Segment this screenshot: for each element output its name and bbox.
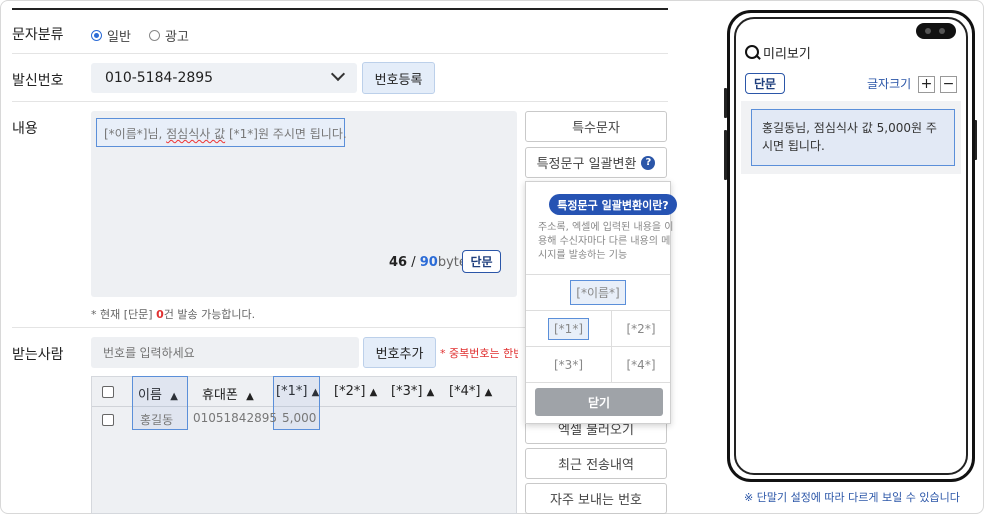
- sort-up-icon[interactable]: ▲: [427, 387, 435, 398]
- preview-title: 미리보기: [745, 43, 811, 62]
- sender-select[interactable]: 010-5184-2895: [91, 63, 357, 93]
- bulk-replace-popup: 특정문구 일괄변환이란? 주소록, 엑셀에 입력된 내용을 이용해 수신자마다 …: [525, 181, 677, 424]
- token-4-label: [*4*]: [626, 357, 656, 372]
- row-checkbox[interactable]: [102, 414, 114, 426]
- preview-message: 홍길동님, 점심식사 값 5,000원 주시면 됩니다.: [751, 109, 955, 166]
- radio-general-dot[interactable]: [91, 30, 102, 41]
- recent-sent-button[interactable]: 최근 전송내역: [525, 448, 667, 479]
- sort-up-icon[interactable]: ▲: [370, 387, 378, 398]
- popup-title: 특정문구 일괄변환이란?: [549, 194, 677, 215]
- header-token-4[interactable]: [*4*] ▲: [449, 384, 492, 399]
- header-phone[interactable]: 휴대폰 ▲: [202, 384, 254, 403]
- divider: [12, 101, 668, 102]
- radio-general-label: 일반: [107, 30, 131, 45]
- special-chars-button[interactable]: 특수문자: [525, 111, 667, 142]
- radio-general[interactable]: 일반: [91, 26, 131, 45]
- bulk-replace-button[interactable]: 특정문구 일괄변환 ?: [525, 147, 667, 178]
- font-size-label: 글자크기: [867, 77, 912, 91]
- note-post: 건 발송 가능합니다.: [163, 308, 256, 321]
- add-number-button[interactable]: 번호추가: [363, 337, 436, 368]
- message-type-badge[interactable]: 단문: [462, 250, 501, 273]
- token-2[interactable]: [*2*]: [612, 311, 670, 347]
- header-token-2-label: [*2*]: [334, 384, 366, 399]
- content-label: 내용: [12, 121, 38, 137]
- message-text-pre: [*이름*]님,: [104, 127, 167, 141]
- byte-separator: /: [407, 255, 420, 270]
- popup-description: 주소록, 엑셀에 입력된 내용을 이용해 수신자마다 다른 내용의 메시지를 발…: [538, 222, 674, 261]
- radio-ad-label: 광고: [165, 30, 189, 45]
- token-name[interactable]: [*이름*]: [526, 275, 670, 311]
- message-text-misspelled: 점심식사 값: [166, 127, 226, 141]
- token-2-label: [*2*]: [626, 321, 656, 336]
- bulk-replace-label: 특정문구 일괄변환: [536, 157, 637, 172]
- sort-up-icon[interactable]: ▲: [485, 387, 493, 398]
- recipient-input[interactable]: [91, 337, 359, 368]
- token-name-label: [*이름*]: [570, 280, 626, 305]
- byte-counter: 46 / 90byte: [389, 255, 467, 270]
- token-1-label: [*1*]: [548, 317, 589, 340]
- sendable-note: * 현재 [단문] 0건 발송 가능합니다.: [91, 306, 255, 322]
- camera-icon: [916, 23, 956, 39]
- header-token-3-label: [*3*]: [391, 384, 423, 399]
- cell-phone: 01051842895: [193, 411, 277, 425]
- token-grid: [*이름*] [*1*] [*2*] [*3*] [*4*]: [526, 274, 670, 383]
- header-phone-label: 휴대폰: [202, 388, 238, 403]
- token-3-label: [*3*]: [554, 357, 583, 372]
- token-3[interactable]: [*3*]: [526, 347, 612, 383]
- radio-ad[interactable]: 광고: [149, 26, 189, 45]
- byte-limit: 90: [419, 255, 438, 270]
- register-number-button[interactable]: 번호등록: [362, 62, 435, 94]
- duplicate-warning: * 중복번호는 한번만: [440, 347, 518, 360]
- header-token-3[interactable]: [*3*] ▲: [391, 384, 434, 399]
- header-token-4-label: [*4*]: [449, 384, 481, 399]
- note-pre: * 현재 [단문]: [91, 308, 157, 321]
- sender-label: 발신번호: [12, 73, 64, 89]
- top-divider: [12, 8, 668, 10]
- help-icon[interactable]: ?: [641, 155, 656, 170]
- sender-value: 010-5184-2895: [105, 70, 214, 86]
- message-text-post: [*1*]원 주시면 됩니다.: [225, 127, 347, 141]
- cell-token-1: 5,000: [282, 411, 317, 425]
- preview-title-label: 미리보기: [763, 47, 811, 62]
- divider: [12, 53, 668, 54]
- message-text[interactable]: [*이름*]님, 점심식사 값 [*1*]원 주시면 됩니다.: [96, 118, 347, 147]
- preview-type-badge: 단문: [745, 73, 785, 94]
- note-count: 0: [156, 308, 164, 321]
- cell-name: 홍길동: [140, 413, 174, 427]
- byte-count: 46: [389, 255, 408, 270]
- category-label: 문자분류: [12, 27, 64, 43]
- header-token-2[interactable]: [*2*] ▲: [334, 384, 377, 399]
- chevron-down-icon: [330, 66, 346, 82]
- recipient-label: 받는사람: [12, 347, 64, 363]
- font-increase-button[interactable]: +: [918, 76, 935, 93]
- token-1[interactable]: [*1*]: [526, 311, 612, 347]
- search-icon: [745, 45, 760, 60]
- token-4[interactable]: [*4*]: [612, 347, 670, 383]
- frequent-numbers-button[interactable]: 자주 보내는 번호: [525, 483, 667, 514]
- popup-close-button[interactable]: 닫기: [535, 388, 663, 416]
- sort-up-icon[interactable]: ▲: [246, 391, 254, 402]
- preview-footnote: ※ 단말기 설정에 따라 다르게 보일 수 있습니다: [744, 491, 960, 504]
- select-all-checkbox[interactable]: [102, 386, 114, 398]
- font-decrease-button[interactable]: −: [940, 76, 957, 93]
- recipient-table: 이름 ▲ 휴대폰 ▲ [*1*] ▲ [*2*] ▲ [*3*] ▲ [*4*]…: [91, 376, 517, 514]
- radio-ad-dot[interactable]: [149, 30, 160, 41]
